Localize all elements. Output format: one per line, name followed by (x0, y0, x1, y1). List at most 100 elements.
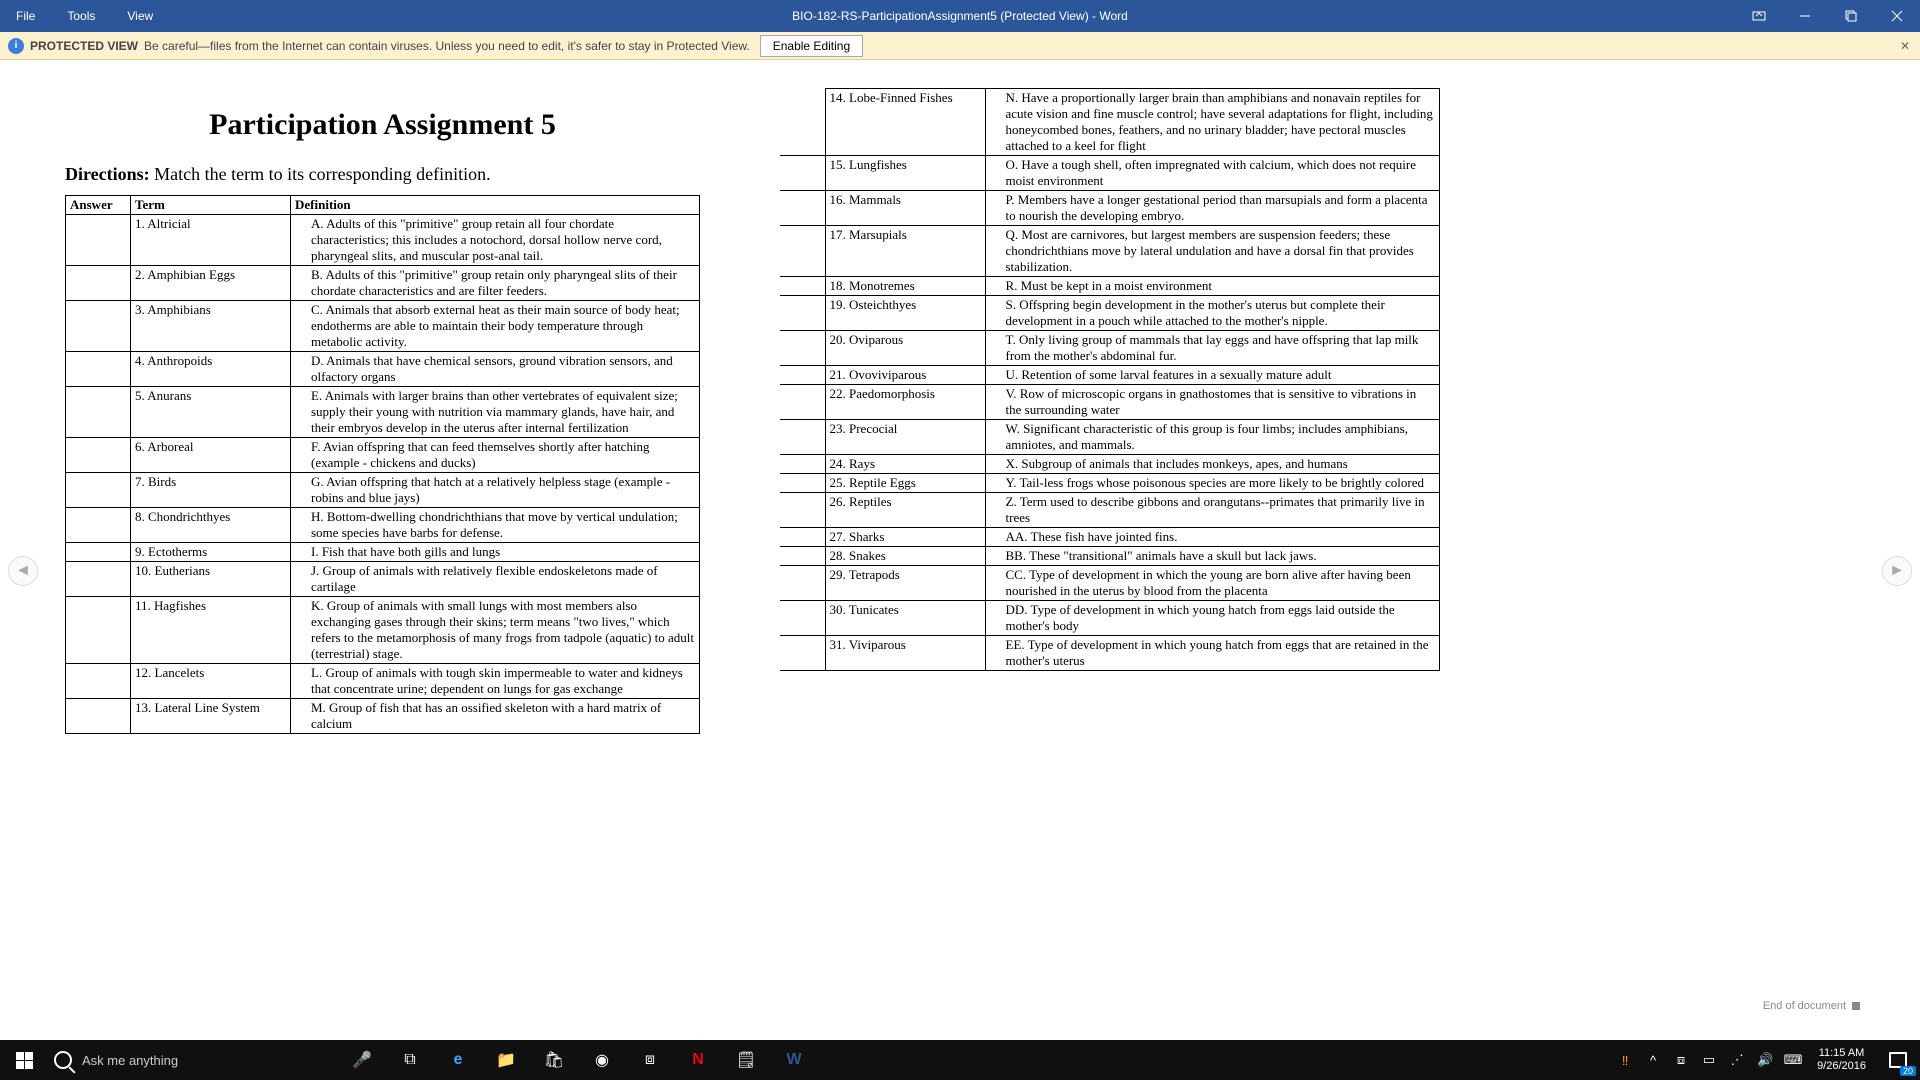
term-cell: 8. Chondrichthyes (131, 508, 291, 543)
table-row: 10. EutheriansJ. Group of animals with r… (66, 562, 700, 597)
table-row: 3. AmphibiansC. Animals that absorb exte… (66, 301, 700, 352)
battery-icon[interactable]: ▭ (1695, 1040, 1723, 1080)
window-title: BIO-182-RS-ParticipationAssignment5 (Pro… (792, 9, 1128, 23)
edge-icon[interactable]: e (434, 1040, 482, 1080)
page-2: 14. Lobe-Finned FishesN. Have a proporti… (780, 80, 1440, 1052)
table-row: 9. EctothermsI. Fish that have both gill… (66, 543, 700, 562)
term-cell: 12. Lancelets (131, 664, 291, 699)
wifi-icon[interactable]: ⋰ (1723, 1040, 1751, 1080)
prev-page-button[interactable]: ◄ (8, 556, 38, 586)
end-of-document: End of document (1763, 1000, 1860, 1012)
task-view-icon[interactable]: ⧉ (386, 1040, 434, 1080)
answer-cell (780, 547, 825, 566)
term-cell: 6. Arboreal (131, 438, 291, 473)
term-cell: 27. Sharks (825, 528, 985, 547)
keyboard-icon[interactable]: ⌨ (1779, 1040, 1807, 1080)
answer-cell (780, 226, 825, 277)
sticky-notes-icon[interactable]: 🗒 (722, 1040, 770, 1080)
term-cell: 15. Lungfishes (825, 156, 985, 191)
table-row: 22. PaedomorphosisV. Row of microscopic … (780, 385, 1440, 420)
menu-file[interactable]: File (0, 0, 51, 32)
dropbox-icon[interactable]: ⧈ (626, 1040, 674, 1080)
table-row: 21. OvoviviparousU. Retention of some la… (780, 366, 1440, 385)
answer-cell (780, 455, 825, 474)
definition-cell: G. Avian offspring that hatch at a relat… (291, 473, 700, 508)
store-icon[interactable]: 🛍 (530, 1040, 578, 1080)
search-box[interactable]: Ask me anything (48, 1040, 328, 1080)
alert-icon[interactable]: ‼ (1611, 1040, 1639, 1080)
table-row: 15. LungfishesO. Have a tough shell, oft… (780, 156, 1440, 191)
enable-editing-button[interactable]: Enable Editing (760, 35, 863, 57)
word-icon[interactable]: W (770, 1040, 818, 1080)
document-area[interactable]: ◄ ► Participation Assignment 5 Direction… (0, 60, 1920, 1052)
taskbar: Ask me anything 🎤 ⧉ e 📁 🛍 ◉ ⧈ N 🗒 W ‼ ^ … (0, 1040, 1920, 1080)
next-page-button[interactable]: ► (1882, 556, 1912, 586)
table-row: 17. MarsupialsQ. Most are carnivores, bu… (780, 226, 1440, 277)
protected-text: Be careful—files from the Internet can c… (144, 39, 750, 53)
close-button[interactable] (1874, 0, 1920, 32)
menu-tools[interactable]: Tools (51, 0, 111, 32)
definition-cell: T. Only living group of mammals that lay… (985, 331, 1440, 366)
system-tray: ‼ ^ ⧈ ▭ ⋰ 🔊 ⌨ 11:15 AM 9/26/2016 20 (1611, 1040, 1920, 1080)
answer-cell (66, 508, 131, 543)
table-row: 6. ArborealF. Avian offspring that can f… (66, 438, 700, 473)
term-cell: 23. Precocial (825, 420, 985, 455)
definition-cell: B. Adults of this "primitive" group reta… (291, 266, 700, 301)
term-cell: 13. Lateral Line System (131, 699, 291, 734)
table-row: 28. SnakesBB. These "transitional" anima… (780, 547, 1440, 566)
table-row: 1. AltricialA. Adults of this "primitive… (66, 215, 700, 266)
matching-table-right: 14. Lobe-Finned FishesN. Have a proporti… (780, 88, 1440, 671)
definition-cell: BB. These "transitional" animals have a … (985, 547, 1440, 566)
term-cell: 10. Eutherians (131, 562, 291, 597)
answer-cell (780, 366, 825, 385)
action-center-icon[interactable]: 20 (1876, 1040, 1920, 1080)
dropbox-tray-icon[interactable]: ⧈ (1667, 1040, 1695, 1080)
definition-cell: A. Adults of this "primitive" group reta… (291, 215, 700, 266)
term-cell: 2. Amphibian Eggs (131, 266, 291, 301)
definition-cell: CC. Type of development in which the you… (985, 566, 1440, 601)
netflix-icon[interactable]: N (674, 1040, 722, 1080)
table-row: 27. SharksAA. These fish have jointed fi… (780, 528, 1440, 547)
answer-cell (780, 474, 825, 493)
definition-cell: Q. Most are carnivores, but largest memb… (985, 226, 1440, 277)
term-cell: 5. Anurans (131, 387, 291, 438)
answer-cell (780, 277, 825, 296)
table-row: 11. HagfishesK. Group of animals with sm… (66, 597, 700, 664)
ribbon-display-icon[interactable] (1736, 0, 1782, 32)
volume-icon[interactable]: 🔊 (1751, 1040, 1779, 1080)
maximize-button[interactable] (1828, 0, 1874, 32)
definition-cell: AA. These fish have jointed fins. (985, 528, 1440, 547)
table-row: 5. AnuransE. Animals with larger brains … (66, 387, 700, 438)
term-cell: 28. Snakes (825, 547, 985, 566)
definition-cell: R. Must be kept in a moist environment (985, 277, 1440, 296)
explorer-icon[interactable]: 📁 (482, 1040, 530, 1080)
cortana-icon (54, 1051, 72, 1069)
minimize-button[interactable] (1782, 0, 1828, 32)
term-cell: 26. Reptiles (825, 493, 985, 528)
chrome-icon[interactable]: ◉ (578, 1040, 626, 1080)
table-row: 13. Lateral Line SystemM. Group of fish … (66, 699, 700, 734)
table-row: 23. PrecocialW. Significant characterist… (780, 420, 1440, 455)
answer-cell (780, 89, 825, 156)
term-cell: 22. Paedomorphosis (825, 385, 985, 420)
definition-cell: L. Group of animals with tough skin impe… (291, 664, 700, 699)
table-row: 2. Amphibian EggsB. Adults of this "prim… (66, 266, 700, 301)
search-placeholder: Ask me anything (82, 1053, 178, 1068)
answer-cell (780, 566, 825, 601)
close-bar-icon[interactable]: ✕ (1900, 39, 1910, 53)
table-row: 18. MonotremesR. Must be kept in a moist… (780, 277, 1440, 296)
definition-cell: H. Bottom-dwelling chondrichthians that … (291, 508, 700, 543)
clock[interactable]: 11:15 AM 9/26/2016 (1807, 1047, 1876, 1073)
term-cell: 1. Altricial (131, 215, 291, 266)
mic-icon[interactable]: 🎤 (338, 1040, 386, 1080)
table-row: 16. MammalsP. Members have a longer gest… (780, 191, 1440, 226)
start-button[interactable] (0, 1040, 48, 1080)
page-1: Participation Assignment 5 Directions: M… (40, 80, 700, 1052)
table-row: 19. OsteichthyesS. Offspring begin devel… (780, 296, 1440, 331)
tray-chevron-icon[interactable]: ^ (1639, 1040, 1667, 1080)
table-row: 7. BirdsG. Avian offspring that hatch at… (66, 473, 700, 508)
answer-cell (780, 636, 825, 671)
table-row: 30. TunicatesDD. Type of development in … (780, 601, 1440, 636)
menu-view[interactable]: View (111, 0, 169, 32)
table-row: 12. LanceletsL. Group of animals with to… (66, 664, 700, 699)
